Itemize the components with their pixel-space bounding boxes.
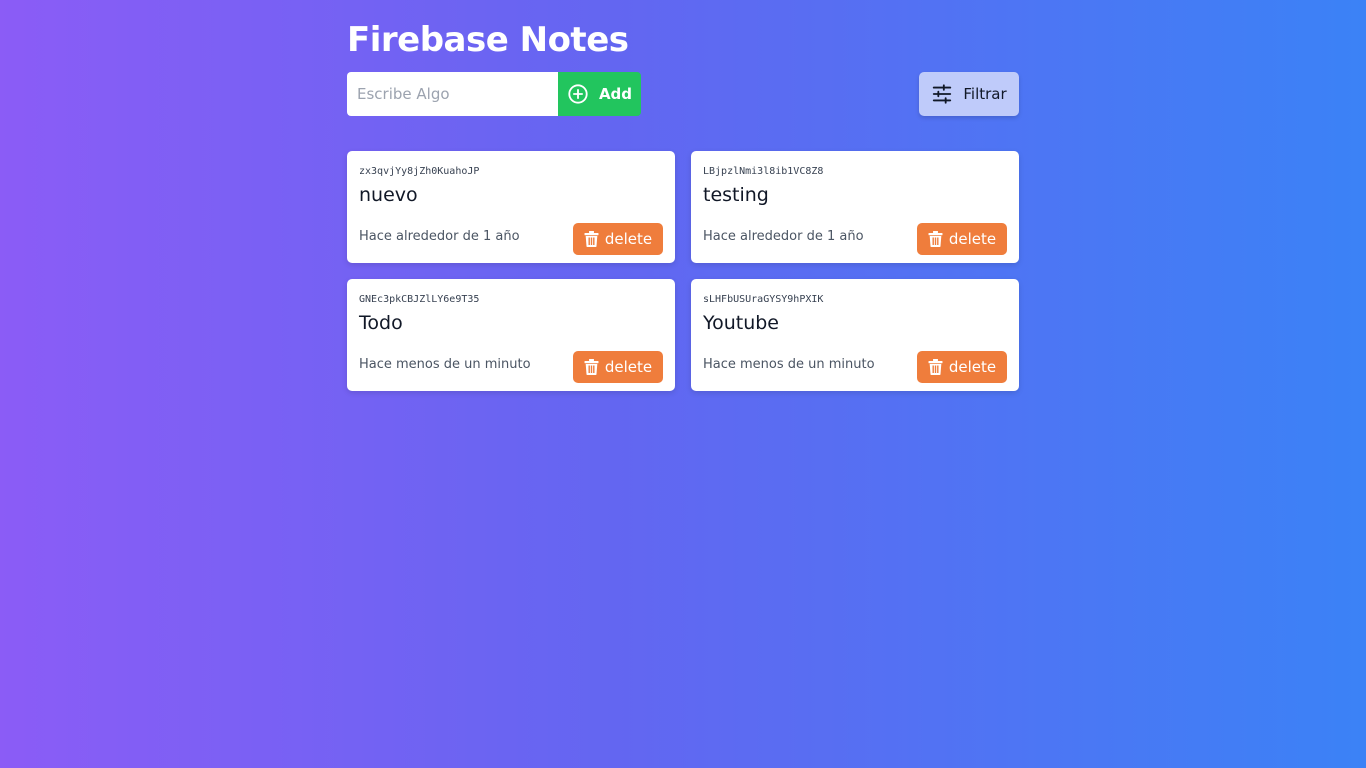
sliders-icon: [931, 83, 953, 105]
note-id: zx3qvjYy8jZh0KuahoJP: [359, 166, 480, 177]
note-text: nuevo: [359, 184, 418, 206]
note-footer: Hace alrededor de 1 año delete: [359, 223, 663, 255]
note-input[interactable]: [347, 72, 558, 116]
notes-grid: zx3qvjYy8jZh0KuahoJP nuevo Hace alrededo…: [347, 151, 1019, 391]
note-timestamp: Hace menos de un minuto: [359, 356, 531, 372]
filter-button-label: Filtrar: [963, 85, 1007, 103]
note-text: Youtube: [703, 312, 779, 334]
plus-circle-icon: [567, 83, 589, 105]
add-note-form: Add: [347, 72, 641, 116]
note-id: sLHFbUSUraGYSY9hPXIK: [703, 294, 824, 305]
trash-icon: [584, 359, 599, 375]
note-timestamp: Hace alrededor de 1 año: [359, 228, 520, 244]
add-button[interactable]: Add: [558, 72, 641, 116]
note-footer: Hace menos de un minuto delete: [359, 351, 663, 383]
trash-icon: [584, 231, 599, 247]
note-timestamp: Hace alrededor de 1 año: [703, 228, 864, 244]
delete-button-label: delete: [604, 230, 653, 248]
note-card: sLHFbUSUraGYSY9hPXIK Youtube Hace menos …: [691, 279, 1019, 391]
page-title: Firebase Notes: [347, 20, 629, 60]
note-id: GNEc3pkCBJZlLY6e9T35: [359, 294, 480, 305]
note-footer: Hace menos de un minuto delete: [703, 351, 1007, 383]
note-card: LBjpzlNmi3l8ib1VC8Z8 testing Hace alrede…: [691, 151, 1019, 263]
note-text: testing: [703, 184, 769, 206]
note-card: GNEc3pkCBJZlLY6e9T35 Todo Hace menos de …: [347, 279, 675, 391]
filter-button[interactable]: Filtrar: [919, 72, 1019, 116]
delete-button[interactable]: delete: [917, 351, 1007, 383]
add-button-label: Add: [598, 85, 633, 103]
delete-button-label: delete: [948, 230, 997, 248]
delete-button[interactable]: delete: [573, 351, 663, 383]
note-card: zx3qvjYy8jZh0KuahoJP nuevo Hace alrededo…: [347, 151, 675, 263]
trash-icon: [928, 231, 943, 247]
toolbar: Add Filtrar: [347, 72, 1019, 116]
note-id: LBjpzlNmi3l8ib1VC8Z8: [703, 166, 824, 177]
note-timestamp: Hace menos de un minuto: [703, 356, 875, 372]
delete-button-label: delete: [604, 358, 653, 376]
trash-icon: [928, 359, 943, 375]
note-text: Todo: [359, 312, 403, 334]
delete-button-label: delete: [948, 358, 997, 376]
app-container: Firebase Notes Add: [347, 0, 1019, 391]
delete-button[interactable]: delete: [917, 223, 1007, 255]
delete-button[interactable]: delete: [573, 223, 663, 255]
note-footer: Hace alrededor de 1 año delete: [703, 223, 1007, 255]
